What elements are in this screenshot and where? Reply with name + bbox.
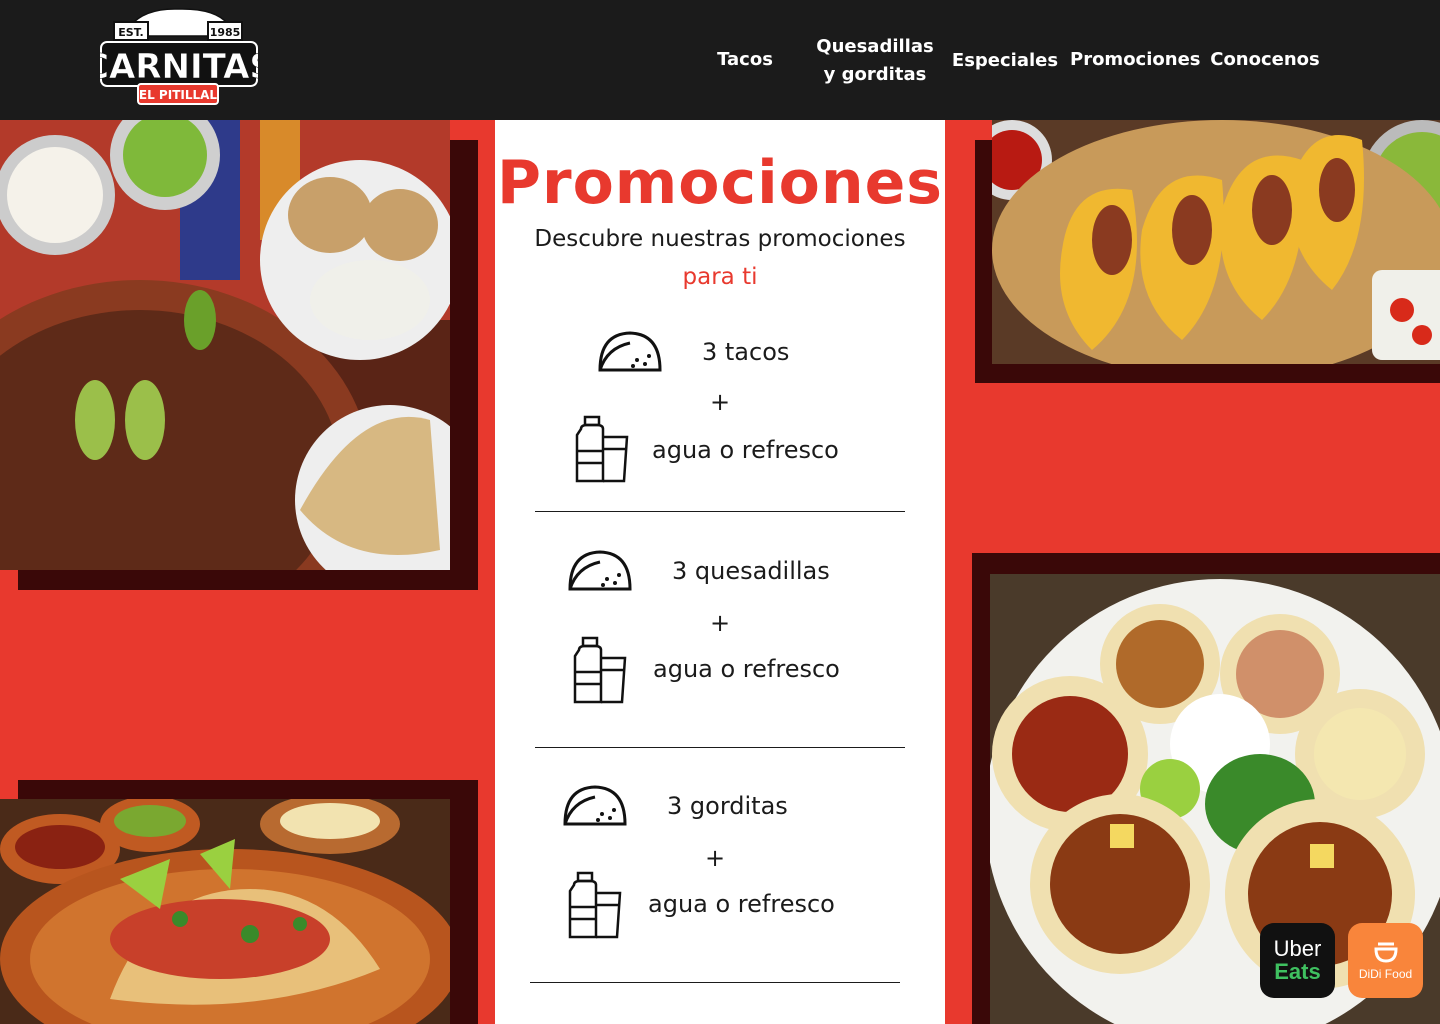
promo-drink: agua o refresco	[653, 655, 840, 683]
nav-quesadillas-line2: y gorditas	[823, 64, 927, 85]
nav-conocenos[interactable]: Conocenos	[1208, 46, 1322, 74]
uber-label: Uber	[1273, 935, 1322, 961]
nav-especiales[interactable]: Especiales	[950, 47, 1060, 75]
nav-quesadillas-gorditas[interactable]: Quesadillas y gorditas	[810, 33, 940, 89]
divider	[535, 747, 905, 748]
drink-icon	[568, 871, 622, 939]
taco-icon	[598, 331, 662, 372]
drink-icon	[573, 636, 627, 704]
didi-food-button[interactable]: DiDi Food	[1348, 923, 1423, 998]
nav-tacos[interactable]: Tacos	[710, 46, 780, 74]
promo-drink: agua o refresco	[652, 436, 839, 464]
nav-quesadillas-line1: Quesadillas	[816, 36, 934, 57]
tacos-al-pastor-photo	[0, 799, 450, 1024]
page-title: Promociones	[497, 148, 943, 218]
tacos-dorados-photo	[992, 120, 1440, 364]
plus-sign: +	[705, 844, 726, 872]
promo-food-quesadillas: 3 quesadillas	[672, 557, 830, 585]
taco-icon	[568, 550, 632, 591]
divider	[530, 982, 900, 983]
didi-icon	[1373, 942, 1398, 963]
promo-food-tacos: 3 tacos	[702, 338, 790, 366]
promo-food-gorditas: 3 gorditas	[667, 792, 788, 820]
plus-sign: +	[710, 388, 731, 416]
plus-sign: +	[710, 609, 731, 637]
page-subtitle-highlight: para ti	[682, 264, 758, 290]
drink-icon	[575, 415, 629, 483]
page-subtitle: Descubre nuestras promociones	[534, 226, 906, 252]
taco-icon	[563, 785, 627, 826]
top-header: EST. 1985 CARNITAS EL PITILLAL Tacos Que…	[0, 0, 1440, 120]
carnitas-platter-photo	[0, 120, 450, 570]
main-nav: Tacos Quesadillas y gorditas Especiales …	[0, 0, 1440, 120]
eats-label: Eats	[1274, 958, 1321, 984]
didi-label: DiDi Food	[1358, 966, 1413, 981]
uber-eats-button[interactable]: Uber Eats	[1260, 923, 1335, 998]
promo-drink: agua o refresco	[648, 890, 835, 918]
divider	[535, 511, 905, 512]
nav-promociones[interactable]: Promociones	[1070, 46, 1201, 74]
